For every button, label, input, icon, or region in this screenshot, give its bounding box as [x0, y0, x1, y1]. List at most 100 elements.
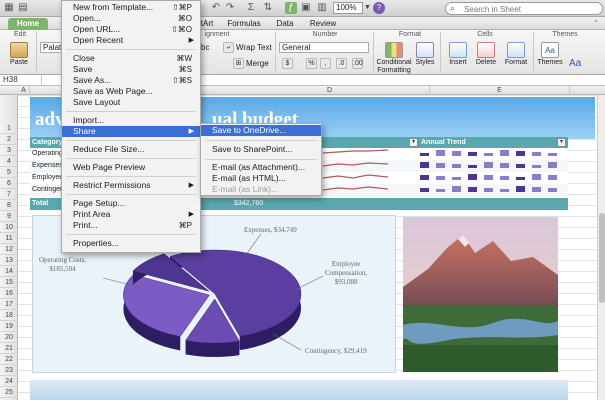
trend-bar — [516, 151, 525, 156]
row-header[interactable]: 16 — [0, 288, 18, 299]
search-field[interactable]: ⌕ — [445, 2, 603, 15]
row-header[interactable]: 15 — [0, 277, 18, 288]
filter-dropdown-icon[interactable]: ▾ — [409, 138, 418, 147]
menu-item-save-layout[interactable]: Save Layout — [62, 97, 200, 108]
slice-label-operating-line1: Operating Costs, — [39, 256, 87, 264]
row-header[interactable]: 1 — [0, 123, 18, 134]
search-input[interactable] — [464, 4, 600, 14]
column-header[interactable]: A — [18, 86, 30, 95]
tab-home[interactable]: Home — [8, 18, 48, 30]
row-header[interactable]: 19 — [0, 321, 18, 332]
theme-fonts-button[interactable]: Aa — [569, 58, 581, 69]
toolbox-icon[interactable]: ▥ — [316, 2, 328, 14]
row-header[interactable]: 18 — [0, 310, 18, 321]
row-header[interactable]: 21 — [0, 343, 18, 354]
menu-item-print[interactable]: Print... ⌘P — [62, 220, 200, 231]
name-box[interactable]: H38 — [2, 75, 42, 85]
help-button[interactable]: ? — [373, 2, 385, 14]
menu-item-save[interactable]: Save ⌘S — [62, 64, 200, 75]
menu-item-close[interactable]: Close ⌘W — [62, 53, 200, 64]
row-header[interactable]: 24 — [0, 376, 18, 387]
column-header[interactable]: E — [430, 86, 570, 95]
scrollbar-thumb[interactable] — [599, 213, 605, 303]
menu-item-open-url[interactable]: Open URL... ⇧⌘O — [62, 24, 200, 35]
menu-item-print-area[interactable]: Print Area ▶ — [62, 209, 200, 220]
menu-item-save-as-web-page[interactable]: Save as Web Page... — [62, 86, 200, 97]
row-header[interactable]: 22 — [0, 354, 18, 365]
themes-button[interactable]: Aa Themes — [537, 42, 563, 67]
menu-item-restrict-permissions[interactable]: Restrict Permissions ▶ — [62, 180, 200, 191]
landscape-photo[interactable] — [403, 217, 558, 372]
filter-dropdown-icon[interactable]: ▾ — [557, 138, 566, 147]
tab-data[interactable]: Data — [270, 18, 300, 30]
menu-item-import[interactable]: Import... — [62, 115, 200, 126]
row-header[interactable]: 14 — [0, 266, 18, 277]
row-header[interactable]: 17 — [0, 299, 18, 310]
zoom-field[interactable]: 100% — [333, 2, 363, 14]
menu-item-page-setup[interactable]: Page Setup... — [62, 198, 200, 209]
row-header[interactable]: 12 — [0, 244, 18, 255]
row-header[interactable]: 11 — [0, 233, 18, 244]
menu-item-web-page-preview[interactable]: Web Page Preview — [62, 162, 200, 173]
menu-shortcut: ⇧⌘O — [171, 25, 192, 34]
row-header[interactable]: 10 — [0, 222, 18, 233]
row-header[interactable]: 7 — [0, 189, 18, 200]
menu-item-share[interactable]: Share ▶ — [62, 126, 200, 137]
ribbon-collapse-icon[interactable]: ⌃ — [593, 19, 599, 27]
row-header[interactable]: 2 — [0, 134, 18, 145]
submenu-item-email-html[interactable]: E-mail (as HTML)... — [201, 173, 321, 184]
row-header[interactable]: 8 — [0, 200, 18, 211]
menu-item-open[interactable]: Open... ⌘O — [62, 13, 200, 24]
open-icon[interactable]: ▤ — [17, 2, 29, 14]
merge-button[interactable]: Merge — [246, 58, 269, 69]
submenu-item-email-link[interactable]: E-mail (as Link)... — [201, 184, 321, 195]
row-header[interactable]: 4 — [0, 156, 18, 167]
submenu-item-email-attachment[interactable]: E-mail (as Attachment)... — [201, 162, 321, 173]
row-header[interactable]: 3 — [0, 145, 18, 156]
zoom-dropdown-icon[interactable]: ▼ — [364, 4, 371, 11]
row-header[interactable]: 6 — [0, 178, 18, 189]
percent-icon[interactable]: % — [306, 58, 317, 69]
styles-button[interactable]: Styles — [414, 42, 436, 67]
autosum-icon[interactable]: Σ — [245, 2, 257, 14]
sort-icon[interactable]: ⇅ — [262, 2, 274, 14]
menu-item-properties[interactable]: Properties... — [62, 238, 200, 249]
row-header[interactable]: 13 — [0, 255, 18, 266]
menu-item-save-as[interactable]: Save As... ⇧⌘S — [62, 75, 200, 86]
submenu-item-save-to-sharepoint[interactable]: Save to SharePoint... — [201, 144, 321, 155]
currency-icon[interactable]: $ — [282, 58, 293, 69]
wrap-text-icon[interactable]: ⤶ — [223, 42, 234, 53]
delete-button[interactable]: Delete — [474, 42, 498, 67]
submenu-item-save-to-onedrive[interactable]: Save to OneDrive... — [201, 125, 321, 136]
gallery-icon[interactable]: ▣ — [300, 2, 312, 14]
menu-item-new-from-template[interactable]: New from Template... ⇧⌘P — [62, 2, 200, 13]
tab-formulas[interactable]: Formulas — [224, 18, 264, 30]
row-header[interactable]: 5 — [0, 167, 18, 178]
wrap-text-button[interactable]: Wrap Text — [236, 42, 272, 53]
menu-separator — [66, 176, 196, 177]
text-direction-label[interactable]: bc — [201, 42, 209, 53]
vertical-scrollbar[interactable] — [597, 95, 605, 400]
comma-icon[interactable]: , — [320, 58, 331, 69]
menu-item-reduce-file-size[interactable]: Reduce File Size... — [62, 144, 200, 155]
row-header[interactable]: 23 — [0, 365, 18, 376]
number-format-select[interactable]: General — [279, 42, 369, 53]
trend-bar — [420, 175, 429, 180]
increase-decimal-icon[interactable]: .0 — [336, 58, 347, 69]
merge-icon[interactable]: ⊞ — [233, 58, 244, 69]
row-header[interactable]: 9 — [0, 211, 18, 222]
tab-review[interactable]: Review — [305, 18, 341, 30]
column-header[interactable]: D — [230, 86, 430, 95]
insert-button[interactable]: Insert — [446, 42, 470, 67]
menu-item-open-recent[interactable]: Open Recent ▶ — [62, 35, 200, 46]
conditional-formatting-button[interactable]: Conditional Formatting — [374, 42, 414, 75]
row-header[interactable]: 25 — [0, 387, 18, 398]
format-button[interactable]: Format — [503, 42, 529, 67]
redo-icon[interactable]: ↷ — [224, 2, 236, 14]
decrease-decimal-icon[interactable]: .00 — [352, 58, 363, 69]
undo-icon[interactable]: ↶ — [210, 2, 222, 14]
formula-builder-icon[interactable]: ƒ — [285, 2, 297, 14]
new-doc-icon[interactable]: ▦ — [3, 2, 15, 14]
row-header[interactable]: 20 — [0, 332, 18, 343]
paste-button[interactable]: Paste — [6, 42, 32, 67]
